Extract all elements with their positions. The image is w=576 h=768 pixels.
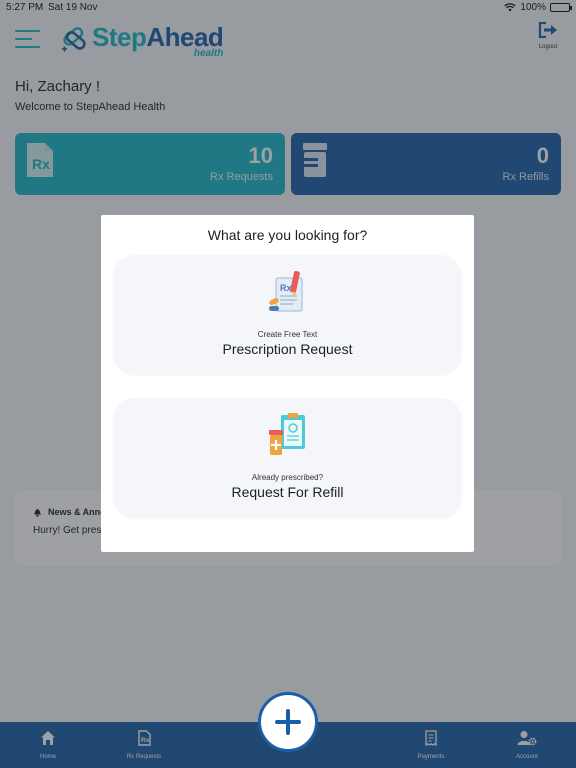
request-refill-option[interactable]: Already prescribed? Request For Refill (113, 398, 462, 518)
option-2-title: Request For Refill (231, 484, 344, 500)
svg-text:Rx: Rx (280, 283, 292, 293)
option-1-subtitle: Create Free Text (257, 330, 318, 339)
option-1-title: Prescription Request (222, 341, 353, 357)
add-fab-button[interactable] (258, 692, 318, 752)
prescription-request-option[interactable]: Rx Create Free Text Prescription Request (113, 255, 462, 375)
request-type-modal: What are you looking for? Rx Create Free… (101, 215, 474, 552)
clipboard-medicine-icon (269, 413, 305, 455)
modal-title: What are you looking for? (207, 227, 368, 243)
prescription-pen-icon: Rx (269, 270, 303, 312)
option-2-subtitle: Already prescribed? (251, 473, 324, 482)
plus-icon (275, 709, 301, 735)
